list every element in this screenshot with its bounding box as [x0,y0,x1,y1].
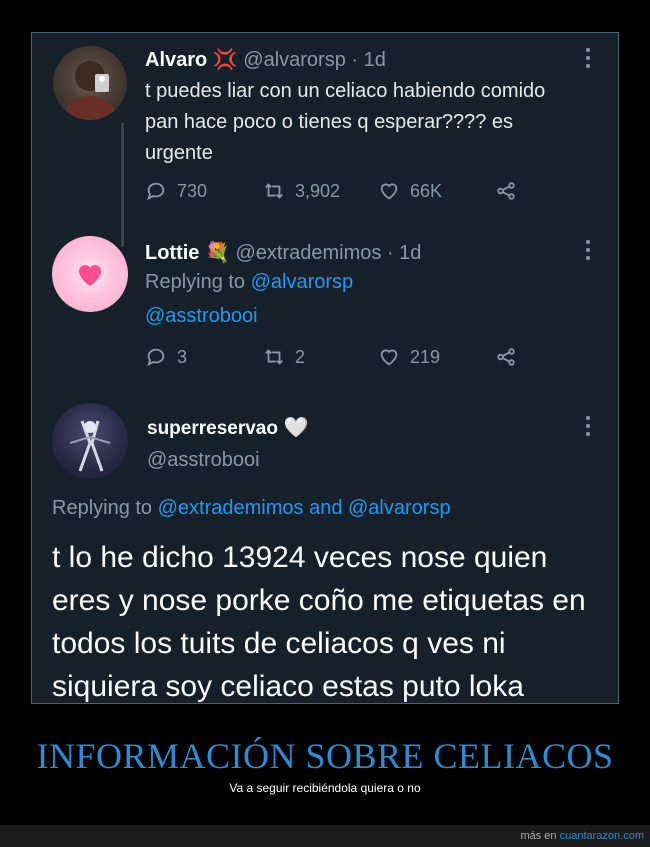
like-button[interactable]: 219 [378,346,440,368]
person-photo-icon [64,61,116,120]
retweet-count: 2 [295,346,306,367]
replying-prefix: Replying to [145,271,251,293]
mention-links[interactable]: @extrademimos and @alvarorsp [158,497,451,519]
tweet-text[interactable]: @asstrobooi [145,301,258,332]
retweet-icon [265,349,283,365]
tweet-text: t puedes liar con un celiaco habiendo co… [145,80,546,164]
subtitle: Va a seguir recibiéndola quiera o no [229,781,421,795]
more-options-icon[interactable] [585,240,591,260]
avatar[interactable] [53,46,127,120]
tweet-text: t lo he dicho 13924 veces nose quien ere… [52,541,586,703]
screenshot-frame: Alvaro 💢 @alvarorsp · 1d t puedes liar c… [31,32,619,704]
figure-avatar-icon [69,420,111,472]
thread-line [121,123,124,247]
reply-count: 3 [177,346,188,367]
heart-icon [380,183,398,200]
avatar[interactable] [52,236,128,312]
share-icon [497,182,515,200]
display-name[interactable]: Lottie [145,242,199,264]
action-bar: 3 2 219 [145,346,565,370]
tweet-header: Alvaro 💢 @alvarorsp · 1d [145,47,386,72]
retweet-icon [265,183,283,199]
replying-to: Replying to @extrademimos and @alvarorsp [52,497,451,520]
footer-text: más en cuantarazon.com [520,830,644,842]
like-button[interactable]: 66K [378,180,442,202]
share-button[interactable] [495,346,517,368]
display-name[interactable]: superreservao [147,418,278,439]
retweet-button[interactable]: 2 [263,346,305,368]
mention-link[interactable]: @alvarorsp [251,271,354,293]
reply-button[interactable]: 730 [145,180,207,202]
handle-time[interactable]: @alvarorsp · 1d [243,49,386,71]
like-count: 66K [410,180,443,201]
tweet-header: superreservao 🤍 [147,415,308,440]
handle-time[interactable]: @extrademimos · 1d [235,242,421,264]
footer-prefix: más en [520,830,560,842]
share-icon [497,348,515,366]
white-heart-emoji-icon: 🤍 [283,417,309,439]
bouquet-emoji-icon: 💐 [205,242,230,264]
retweet-button[interactable]: 3,902 [263,180,340,202]
display-name[interactable]: Alvaro [145,49,207,71]
site-link[interactable]: cuantarazon.com [560,830,644,842]
reply-button[interactable]: 3 [145,346,187,368]
reply-icon [147,348,165,367]
action-bar: 730 3,902 66K [145,180,565,204]
replying-to: Replying to @alvarorsp [145,271,353,294]
heart-icon [380,349,398,366]
more-options-icon[interactable] [585,416,591,436]
reply-icon [147,182,165,201]
like-count: 219 [410,346,441,367]
avatar[interactable] [52,403,128,479]
replying-prefix: Replying to [52,497,158,519]
reply-count: 730 [177,180,208,201]
heart-avatar-icon [79,265,101,286]
headline: INFORMACIÓN SOBRE CELIACOS [36,736,614,776]
more-options-icon[interactable] [585,48,591,68]
footer-bar: más en cuantarazon.com [0,825,650,847]
anger-emoji-icon: 💢 [212,49,238,71]
handle[interactable]: @asstrobooi [147,449,260,472]
tweet-header: Lottie 💐 @extrademimos · 1d [145,240,421,265]
share-button[interactable] [495,180,517,202]
retweet-count: 3,902 [295,180,341,201]
